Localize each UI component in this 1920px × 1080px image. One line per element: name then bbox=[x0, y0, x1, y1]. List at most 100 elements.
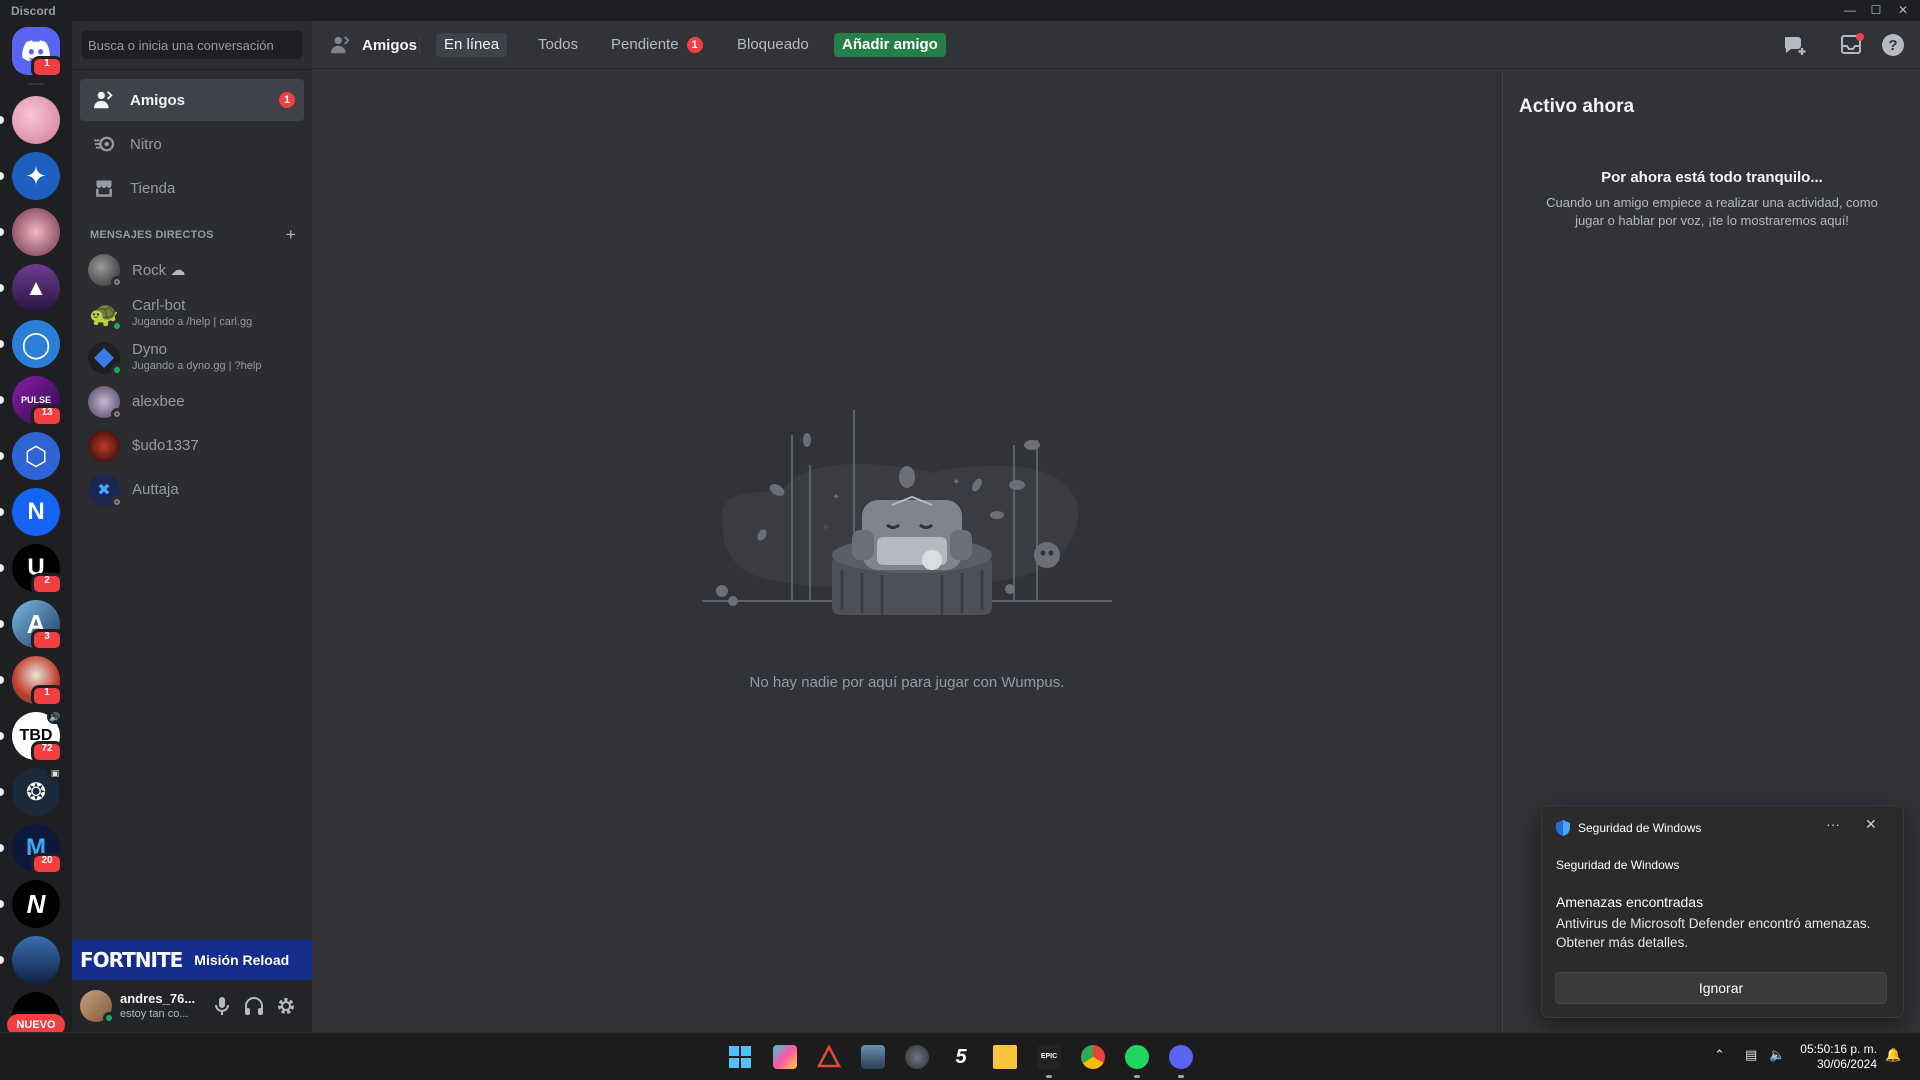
new-group-dm-icon[interactable] bbox=[1782, 33, 1806, 57]
search-input[interactable]: Busca o inicia una conversación bbox=[82, 31, 302, 59]
dm-item[interactable]: Dyno Jugando a dyno.gg | ?help bbox=[80, 337, 304, 379]
shop-icon bbox=[92, 176, 116, 200]
close-icon[interactable]: ✕ bbox=[1865, 816, 1877, 833]
dm-item[interactable]: 🐢 Carl-bot Jugando a /help | carl.gg bbox=[80, 293, 304, 335]
chat-icon: ▣ bbox=[47, 766, 63, 780]
new-badge[interactable]: NUEVO bbox=[7, 1014, 65, 1032]
friends-toolbar: Amigos En línea Todos Pendiente 1 Bloquea… bbox=[312, 21, 1920, 69]
server-icon-pink[interactable] bbox=[0, 208, 60, 256]
server-icon-tbd[interactable]: TBD 🔊 72 bbox=[0, 710, 63, 763]
chrome-icon[interactable] bbox=[1081, 1045, 1105, 1069]
nav-badge: 1 bbox=[279, 92, 295, 108]
page-title: Amigos bbox=[330, 33, 417, 57]
avatar bbox=[88, 430, 120, 462]
server-badge: 2 bbox=[31, 573, 63, 595]
discord-window: Discord — ☐ ✕ 1 ✦ ▲ ◯ PULSE 13 ⬡ N U2 A3 … bbox=[0, 0, 1920, 1080]
volume-icon[interactable]: 🔈 bbox=[1769, 1047, 1785, 1063]
tab-online[interactable]: En línea bbox=[436, 33, 508, 57]
dm-item[interactable]: $udo1337 bbox=[80, 425, 304, 467]
home-button[interactable]: 1 bbox=[12, 27, 63, 78]
pending-badge: 1 bbox=[686, 37, 703, 53]
dm-name: Auttaja bbox=[132, 481, 179, 498]
windows-security-toast: Seguridad de Windows ··· ✕ Seguridad de … bbox=[1541, 805, 1904, 1018]
empty-state-text: No hay nadie por aquí para jugar con Wum… bbox=[749, 674, 1065, 691]
close-icon[interactable]: ✕ bbox=[1895, 2, 1911, 18]
server-icon-n-black[interactable]: N bbox=[0, 880, 60, 928]
notification-bell-icon[interactable]: 🔔 bbox=[1885, 1047, 1901, 1063]
dm-name: Dyno bbox=[132, 341, 168, 358]
server-icon-city[interactable] bbox=[0, 936, 60, 984]
server-icon-u[interactable]: U2 bbox=[0, 544, 63, 595]
fortnite-promo-banner[interactable]: FORTNITE Misión Reload bbox=[72, 940, 312, 980]
more-options-icon[interactable]: ··· bbox=[1826, 816, 1840, 832]
server-icon-pulse[interactable]: PULSE 13 bbox=[0, 376, 63, 427]
svg-text:✧: ✧ bbox=[822, 522, 830, 532]
app-five-icon[interactable]: 5 bbox=[949, 1045, 973, 1069]
app-sphere-icon[interactable] bbox=[905, 1045, 929, 1069]
microphone-icon[interactable] bbox=[210, 994, 234, 1018]
chevron-up-icon[interactable]: ⌃ bbox=[1714, 1047, 1725, 1063]
promo-text: Misión Reload bbox=[194, 952, 290, 968]
copilot-icon[interactable] bbox=[773, 1045, 797, 1069]
tab-pending[interactable]: Pendiente 1 bbox=[603, 33, 711, 57]
status-offline-icon bbox=[111, 408, 123, 420]
friends-content: ✦ ✦ ✧ No hay nadie por aquí para jugar c… bbox=[312, 70, 1502, 1032]
dm-header-label: MENSAJES DIRECTOS bbox=[90, 229, 214, 241]
inbox-icon[interactable] bbox=[1840, 33, 1864, 57]
dm-name: Rock ☁ bbox=[132, 262, 186, 279]
nav-label: Nitro bbox=[130, 135, 162, 153]
username[interactable]: andres_76... bbox=[120, 991, 195, 1006]
server-icon-orbit[interactable]: ❂ ▣ bbox=[0, 766, 63, 816]
server-icon-anime[interactable] bbox=[0, 96, 60, 144]
nav-label: Amigos bbox=[130, 91, 186, 109]
nav-shop[interactable]: Tienda bbox=[80, 167, 304, 209]
nav-label: Tienda bbox=[130, 179, 176, 197]
epic-games-icon[interactable]: EPIC bbox=[1037, 1045, 1061, 1069]
toast-app-name: Seguridad de Windows bbox=[1578, 821, 1702, 835]
tab-blocked[interactable]: Bloqueado bbox=[729, 33, 817, 57]
nav-friends[interactable]: Amigos 1 bbox=[80, 79, 304, 121]
toast-body[interactable]: Antivirus de Microsoft Defender encontró… bbox=[1556, 914, 1892, 952]
tab-all[interactable]: Todos bbox=[530, 33, 586, 57]
ignore-button[interactable]: Ignorar bbox=[1555, 972, 1887, 1004]
spotify-icon[interactable] bbox=[1125, 1045, 1149, 1069]
nitro-icon bbox=[92, 132, 116, 156]
server-icon-m[interactable]: M 20 bbox=[0, 824, 63, 875]
fortnite-logo: FORTNITE bbox=[80, 948, 183, 972]
server-icon-character[interactable]: 1 bbox=[0, 656, 63, 707]
headphones-icon[interactable] bbox=[242, 994, 266, 1018]
add-dm-icon[interactable]: + bbox=[286, 225, 296, 245]
discord-taskbar-icon[interactable] bbox=[1169, 1045, 1193, 1069]
file-explorer-icon[interactable] bbox=[993, 1045, 1017, 1069]
maximize-icon[interactable]: ☐ bbox=[1868, 2, 1884, 18]
clock[interactable]: 05:50:16 p. m. 30/06/2024 bbox=[1797, 1042, 1877, 1072]
dm-item[interactable]: ✖ Auttaja bbox=[80, 469, 304, 511]
network-icon[interactable]: ▤ bbox=[1745, 1047, 1757, 1063]
server-icon-mountain[interactable]: ▲ bbox=[0, 264, 60, 312]
server-icon-planet[interactable]: ✦ bbox=[0, 152, 60, 200]
app-triangle-icon[interactable] bbox=[816, 1044, 842, 1069]
server-icon-hexagon[interactable]: ⬡ bbox=[0, 432, 60, 480]
title-bar: Discord — ☐ ✕ bbox=[0, 0, 1920, 21]
minimize-icon[interactable]: — bbox=[1842, 2, 1858, 18]
clock-time: 05:50:16 p. m. bbox=[1800, 1042, 1877, 1056]
help-icon[interactable]: ? bbox=[1881, 33, 1905, 57]
status-online-icon bbox=[103, 1012, 115, 1024]
dm-sidebar: Busca o inicia una conversación Amigos 1… bbox=[72, 21, 312, 1032]
nav-nitro[interactable]: Nitro bbox=[80, 123, 304, 165]
windows-start-icon[interactable] bbox=[728, 1045, 752, 1069]
friends-icon bbox=[330, 36, 350, 54]
dm-item[interactable]: Rock ☁ bbox=[80, 249, 304, 291]
toast-header: Seguridad de Windows bbox=[1556, 820, 1701, 836]
app-game-icon[interactable] bbox=[861, 1045, 885, 1069]
server-icon-ring[interactable]: ◯ bbox=[0, 320, 60, 368]
windows-taskbar: 5 EPIC ⌃ ▤ 🔈 05:50:16 p. m. 30/06/2024 🔔 bbox=[0, 1032, 1920, 1080]
server-icon-a[interactable]: A3 bbox=[0, 600, 63, 651]
dm-name: alexbee bbox=[132, 393, 185, 410]
dm-item[interactable]: alexbee bbox=[80, 381, 304, 423]
gear-icon[interactable] bbox=[274, 994, 298, 1018]
server-icon-blue-n[interactable]: N bbox=[0, 488, 60, 536]
status-online-icon bbox=[111, 320, 123, 332]
dm-activity: Jugando a /help | carl.gg bbox=[132, 316, 253, 328]
add-friend-button[interactable]: Añadir amigo bbox=[834, 33, 946, 57]
